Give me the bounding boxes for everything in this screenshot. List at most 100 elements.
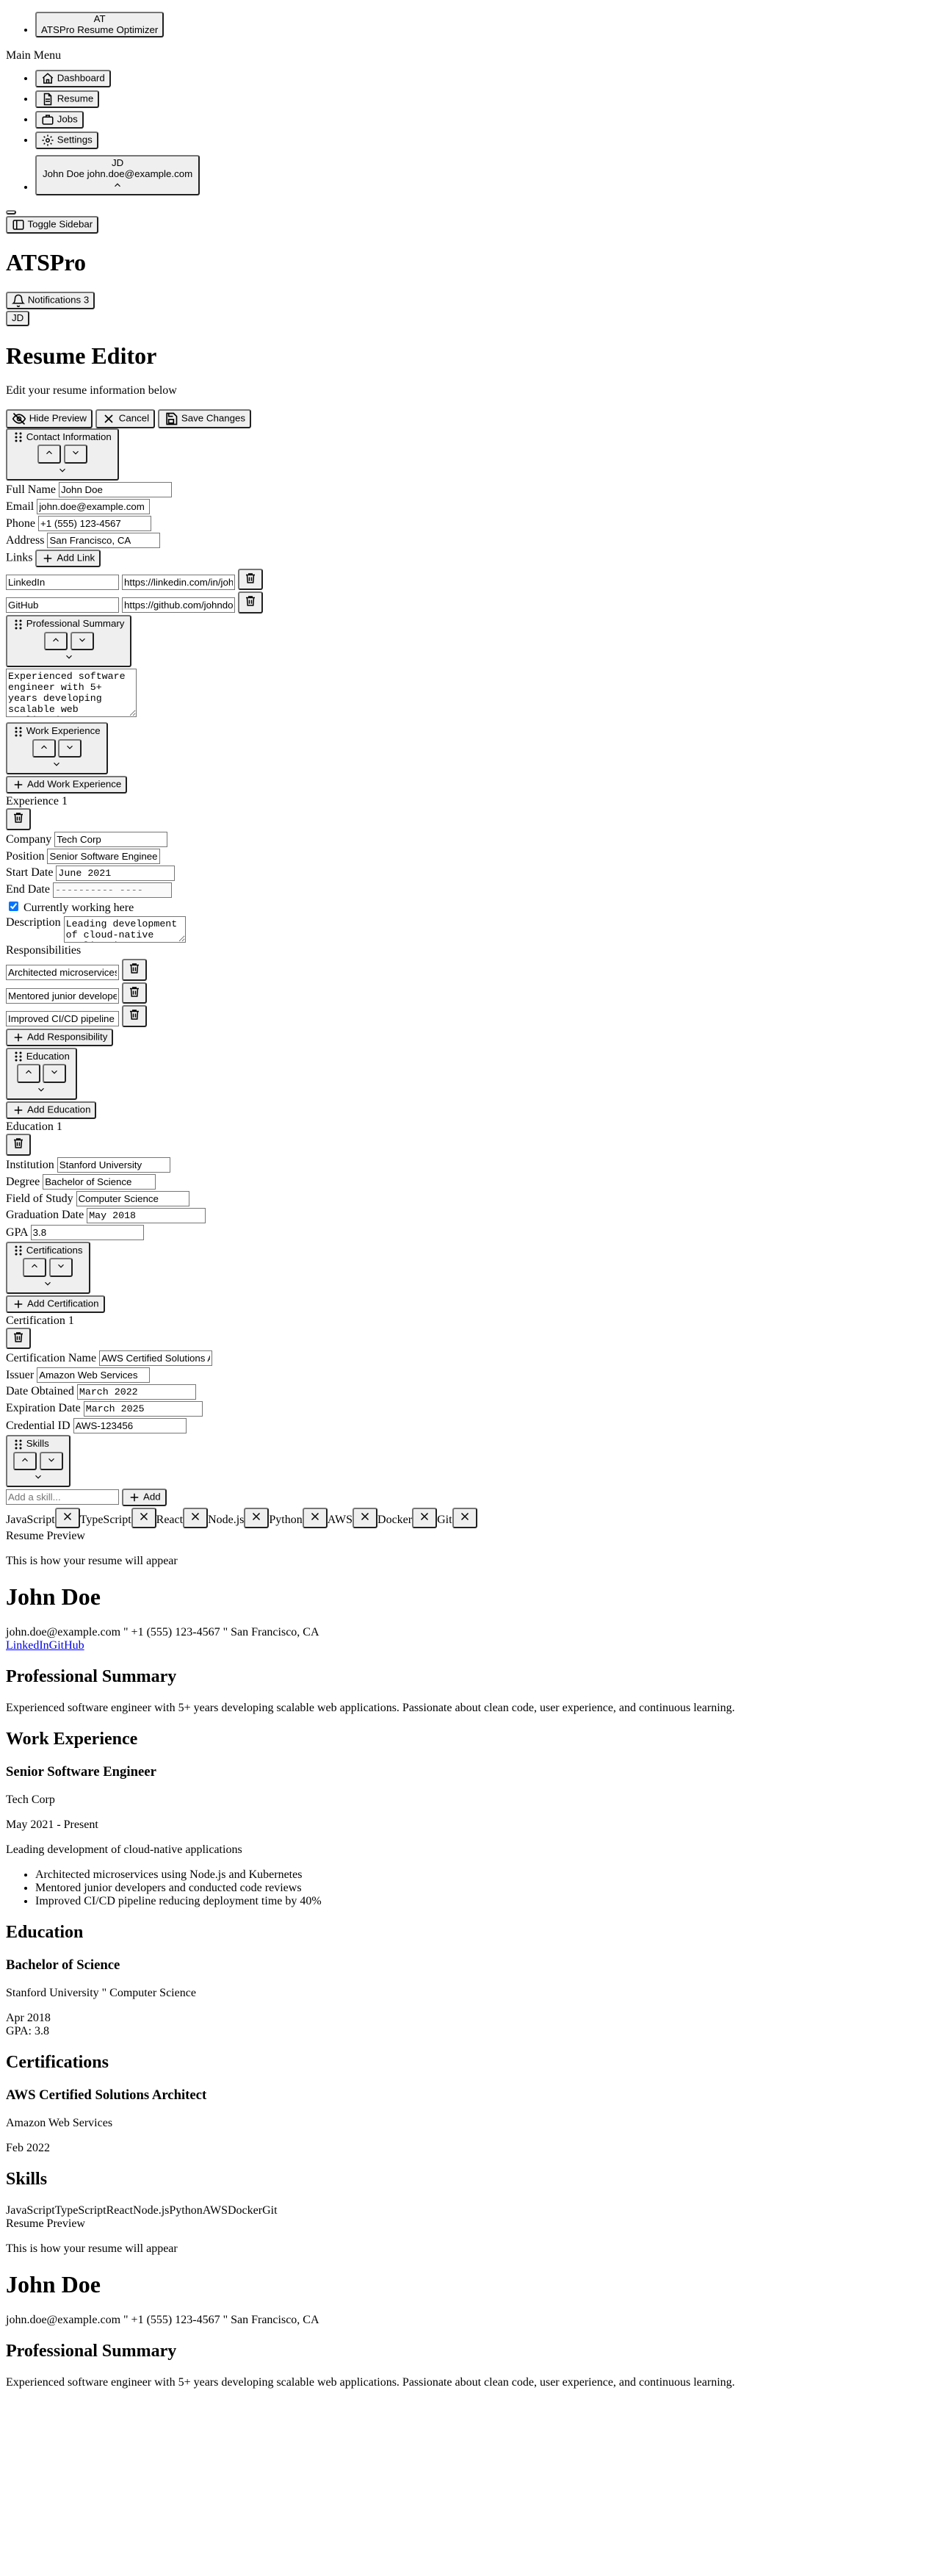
close-icon (253, 1513, 261, 1521)
phone-field[interactable] (38, 515, 151, 531)
skill-input[interactable] (6, 1489, 119, 1505)
cert-name-field[interactable] (99, 1350, 213, 1367)
move-up-button[interactable] (13, 1451, 37, 1471)
field-of-study-field[interactable] (76, 1190, 189, 1206)
contact-section-header[interactable]: Contact Information (6, 428, 119, 481)
credential-field[interactable] (73, 1418, 187, 1434)
remove-skill-button[interactable] (302, 1508, 328, 1529)
collapse-chevron-icon[interactable] (57, 465, 68, 475)
remove-skill-button[interactable] (54, 1508, 80, 1529)
drag-handle-icon[interactable] (13, 1051, 24, 1062)
remove-skill-button[interactable] (183, 1508, 209, 1529)
education-section-header[interactable]: Education (6, 1047, 77, 1100)
move-down-button[interactable] (49, 1258, 73, 1277)
date-obtained-field[interactable] (76, 1384, 196, 1400)
email-field[interactable] (37, 498, 151, 514)
add-responsibility-button[interactable]: Add Responsibility (6, 1028, 114, 1046)
add-link-button[interactable]: Add Link (35, 549, 101, 567)
link-name-field[interactable] (6, 574, 119, 590)
delete-responsibility-button[interactable] (122, 958, 147, 981)
graduation-date-field[interactable] (87, 1207, 206, 1223)
resume-button[interactable]: Resume (35, 90, 100, 109)
notifications-button[interactable]: Notifications 3 (6, 292, 95, 310)
linkedin-link[interactable]: LinkedIn (6, 1639, 49, 1652)
summary-textarea[interactable]: Experienced software engineer with 5+ ye… (6, 669, 137, 718)
delete-education-button[interactable] (6, 1133, 31, 1156)
expiration-date-field[interactable] (83, 1401, 203, 1417)
degree-field[interactable] (43, 1173, 156, 1190)
move-down-button[interactable] (43, 1064, 67, 1083)
avatar-button[interactable]: JD (6, 311, 30, 326)
description-textarea[interactable]: Leading development of cloud-native appl… (63, 915, 186, 943)
drag-handle-icon[interactable] (13, 1439, 24, 1450)
add-skill-button[interactable]: Add (122, 1489, 167, 1507)
move-up-button[interactable] (23, 1258, 47, 1277)
remove-skill-button[interactable] (131, 1508, 156, 1529)
skills-section-header[interactable]: Skills (6, 1435, 71, 1488)
collapse-chevron-icon[interactable] (32, 1472, 44, 1482)
link-name-field[interactable] (6, 597, 119, 614)
end-date-field[interactable] (52, 882, 172, 898)
move-up-button[interactable] (16, 1064, 40, 1083)
add-work-button[interactable]: Add Work Experience (6, 776, 128, 794)
cancel-button[interactable]: Cancel (95, 409, 156, 428)
remove-skill-button[interactable] (412, 1508, 438, 1529)
responsibility-field[interactable] (6, 1011, 119, 1027)
collapse-chevron-icon[interactable] (35, 1084, 47, 1095)
delete-responsibility-button[interactable] (122, 1005, 147, 1027)
dashboard-button[interactable]: Dashboard (35, 70, 111, 88)
add-education-button[interactable]: Add Education (6, 1101, 97, 1119)
sidebar-rail-button[interactable] (6, 210, 16, 215)
delete-experience-button[interactable] (6, 808, 31, 830)
start-date-field[interactable] (56, 865, 176, 881)
position-field[interactable] (47, 848, 161, 864)
work-section-header[interactable]: Work Experience (6, 722, 108, 775)
toggle-sidebar-button[interactable]: Toggle Sidebar (6, 216, 99, 234)
move-down-button[interactable] (63, 445, 87, 464)
user-menu-button[interactable]: JD John Doe john.doe@example.com (35, 155, 200, 196)
close-icon (421, 1513, 429, 1521)
remove-skill-button[interactable] (452, 1508, 477, 1529)
save-button[interactable]: Save Changes (158, 409, 252, 428)
preview-contact-line: john.doe@example.com " +1 (555) 123-4567… (6, 2314, 319, 2327)
jobs-button[interactable]: Jobs (35, 111, 84, 129)
move-down-button[interactable] (58, 738, 82, 758)
delete-link-button[interactable] (238, 568, 263, 591)
drag-handle-icon[interactable] (13, 431, 24, 443)
logo-button[interactable]: AT ATSPro Resume Optimizer (35, 12, 165, 38)
link-url-field[interactable] (122, 574, 235, 590)
remove-skill-button[interactable] (244, 1508, 270, 1529)
collapse-chevron-icon[interactable] (42, 1278, 54, 1289)
delete-link-button[interactable] (238, 591, 263, 614)
remove-skill-button[interactable] (353, 1508, 378, 1529)
company-field[interactable] (54, 831, 168, 847)
move-up-button[interactable] (32, 738, 56, 758)
collapse-chevron-icon[interactable] (51, 759, 62, 769)
drag-handle-icon[interactable] (13, 619, 24, 630)
link-url-field[interactable] (122, 597, 235, 614)
expiration-label: Expiration Date (6, 1402, 81, 1415)
move-up-button[interactable] (43, 631, 68, 651)
institution-field[interactable] (57, 1156, 170, 1173)
full-name-field[interactable] (59, 481, 172, 497)
delete-certification-button[interactable] (6, 1327, 31, 1350)
github-link[interactable]: GitHub (49, 1639, 84, 1652)
collapse-chevron-icon[interactable] (63, 652, 75, 662)
summary-section-header[interactable]: Professional Summary (6, 615, 132, 668)
move-down-button[interactable] (70, 631, 94, 651)
currently-working-checkbox[interactable] (9, 901, 18, 911)
certifications-section-header[interactable]: Certifications (6, 1241, 90, 1294)
move-up-button[interactable] (37, 445, 62, 464)
delete-responsibility-button[interactable] (122, 982, 147, 1004)
responsibility-field[interactable] (6, 987, 119, 1004)
hide-preview-button[interactable]: Hide Preview (6, 409, 93, 428)
drag-handle-icon[interactable] (13, 726, 24, 738)
settings-button[interactable]: Settings (35, 132, 98, 150)
add-certification-button[interactable]: Add Certification (6, 1295, 105, 1313)
responsibility-field[interactable] (6, 964, 119, 980)
address-field[interactable] (47, 532, 161, 548)
issuer-field[interactable] (37, 1367, 151, 1384)
move-down-button[interactable] (39, 1451, 63, 1471)
gpa-field[interactable] (30, 1224, 144, 1240)
drag-handle-icon[interactable] (13, 1245, 24, 1256)
